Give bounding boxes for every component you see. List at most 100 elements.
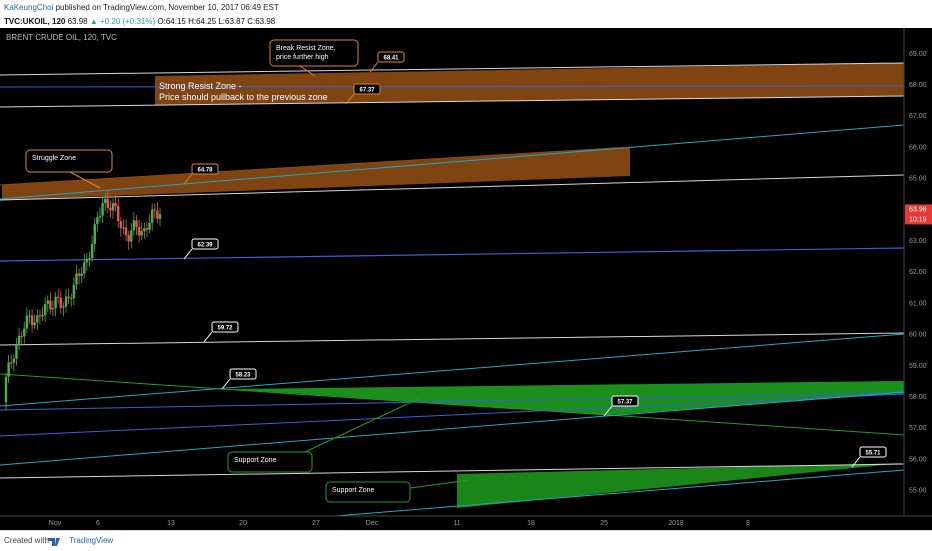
candle-body	[10, 362, 13, 364]
publish-header: KaKeungChoi published on TradingView.com…	[0, 0, 932, 16]
candle-body	[153, 209, 156, 211]
candle-body	[111, 203, 115, 211]
candle-body	[122, 227, 125, 229]
candle-body	[15, 345, 18, 359]
y-tick-label: 61.00	[909, 300, 927, 307]
candle-body	[28, 315, 31, 317]
candle-body	[135, 220, 138, 227]
candle-body	[132, 220, 136, 231]
candle-body	[83, 262, 86, 274]
struggle-zone-callout: Struggle Zone	[32, 155, 76, 162]
candle-body	[145, 228, 149, 230]
level-label-6239: 62.39	[197, 243, 213, 249]
candle-body	[93, 224, 96, 245]
candle-body	[90, 244, 94, 259]
break-resist-callout-box	[269, 39, 359, 67]
level-label-6841: 68.41	[383, 56, 399, 62]
candle-body	[156, 210, 159, 219]
y-tick-label: 67.00	[909, 113, 927, 120]
x-tick-label: Dec	[366, 520, 379, 527]
ohlc-values: O:64.15 H:64.25 L:63.87 C:63.98	[157, 17, 276, 26]
tradingview-brand[interactable]: TradingView	[69, 536, 113, 545]
candle-body	[117, 205, 120, 222]
last-price-tag: 63.98	[909, 206, 927, 213]
candle-body	[80, 273, 83, 276]
candle-body	[77, 273, 81, 276]
y-tick-label: 57.00	[909, 425, 927, 432]
y-tick-label: 69.00	[909, 51, 927, 58]
candle-body	[36, 315, 39, 323]
candle-body	[70, 298, 73, 300]
candle-body	[103, 198, 107, 203]
up-arrow-icon: ▲	[89, 17, 98, 26]
candle-body	[54, 296, 57, 308]
level-label-6737: 67.37	[359, 88, 375, 94]
candle-body	[130, 230, 133, 242]
x-tick-label: Nov	[49, 520, 62, 527]
candle-body	[150, 209, 154, 223]
x-tick-label: 13	[167, 520, 175, 527]
candle-body	[25, 315, 29, 329]
candle-body	[114, 203, 117, 206]
candle-body	[106, 198, 109, 208]
candle-body	[41, 314, 44, 317]
candle-body	[72, 284, 76, 299]
candle-body	[46, 300, 49, 304]
candle-body	[64, 296, 68, 307]
x-tick-label: 11	[453, 520, 460, 527]
chart-title: BRENT CRUDE OIL, 120, TVC	[6, 33, 117, 42]
chart-background	[0, 28, 932, 530]
candle-body	[12, 358, 16, 363]
price-change: +0.20 (+0.31%)	[100, 17, 156, 26]
level-label-5823: 58.23	[235, 373, 251, 379]
level-label-5571: 55.71	[865, 451, 881, 457]
y-tick-label: 65.00	[909, 176, 927, 183]
candle-body	[148, 222, 151, 230]
y-tick-label: 55.00	[909, 488, 927, 495]
candle-body	[4, 376, 8, 403]
y-tick-label: 63.00	[909, 238, 927, 245]
candle-body	[23, 328, 26, 337]
y-tick-label: 59.00	[909, 363, 927, 370]
candle-body	[101, 202, 104, 216]
candle-body	[20, 335, 23, 337]
candle-body	[33, 322, 36, 326]
candle-body	[158, 214, 162, 219]
candle-body	[43, 303, 47, 315]
candle-body	[7, 362, 10, 377]
last-price: 63.98	[67, 17, 88, 26]
tradingview-logo-icon	[48, 538, 60, 546]
level-label-5972: 59.72	[217, 326, 233, 332]
candle-body	[109, 207, 112, 211]
symbol-name[interactable]: TVC:UKOIL, 120	[4, 17, 65, 26]
candle-body	[62, 306, 65, 308]
candle-body	[96, 217, 99, 225]
level-label-5737: 57.37	[617, 400, 633, 406]
symbol-bar: TVC:UKOIL, 120 63.98 ▲ +0.20 (+0.31%) O:…	[0, 16, 932, 28]
y-tick-label: 68.00	[909, 82, 927, 89]
candle-body	[51, 307, 55, 310]
y-tick-label: 66.00	[909, 144, 927, 151]
candle-body	[57, 296, 60, 298]
candle-body	[119, 221, 123, 229]
author-link[interactable]: KaKeungChoi	[4, 3, 53, 12]
candle-body	[17, 335, 21, 346]
candle-body	[98, 215, 102, 218]
x-tick-label: 6	[96, 520, 100, 527]
x-tick-label: 20	[239, 520, 247, 527]
candle-body	[38, 315, 42, 317]
candle-body	[127, 235, 130, 242]
level-label-6478: 64.78	[197, 168, 213, 174]
x-tick-label: 27	[312, 520, 320, 527]
candle-body	[59, 297, 63, 308]
y-tick-label: 60.00	[909, 332, 927, 339]
candle-body	[137, 226, 141, 236]
y-tick-label: 58.00	[909, 394, 927, 401]
candle-body	[88, 258, 91, 260]
y-tick-label: 56.00	[909, 456, 927, 463]
price-chart[interactable]: 68.41 67.37 64.78 62.39 59.72 58.23 57.37 55.71…	[0, 28, 932, 530]
candle-body	[49, 300, 52, 310]
published-text: published on TradingView.com, November 1…	[55, 3, 279, 12]
created-with-text: Created with	[4, 536, 49, 545]
candle-body	[143, 228, 146, 232]
